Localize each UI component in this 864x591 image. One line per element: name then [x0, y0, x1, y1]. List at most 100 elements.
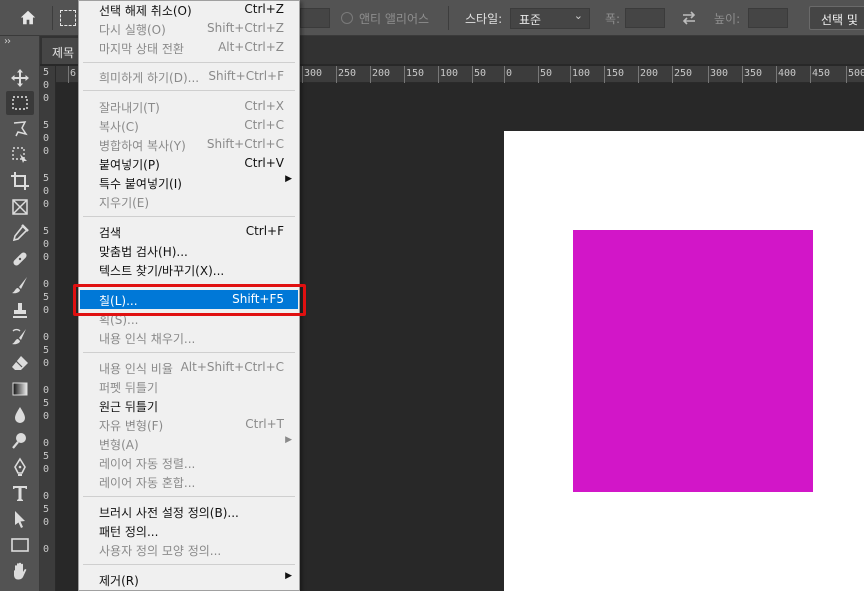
eraser-tool-icon[interactable] — [6, 351, 34, 375]
menu-item-label: 레이어 자동 정렬... — [99, 457, 196, 471]
dodge-tool-icon[interactable] — [6, 429, 34, 453]
menu-item-shortcut: Alt+Ctrl+Z — [218, 40, 284, 54]
edit-menu-item[interactable]: 브러시 사전 설정 정의(B)... — [80, 502, 298, 521]
height-input[interactable] — [748, 8, 788, 28]
ruler-label: 0 — [43, 358, 50, 369]
edit-menu-item[interactable]: 다시 실행(O) Shift+Ctrl+Z — [80, 19, 298, 38]
crop-tool-icon[interactable] — [6, 169, 34, 193]
edit-menu-item[interactable]: 원근 뒤틀기 — [80, 396, 298, 415]
ruler-label: 0 — [43, 305, 50, 316]
eyedropper-tool-icon[interactable] — [6, 221, 34, 245]
ruler-label: 300 — [710, 68, 729, 79]
edit-menu-item[interactable]: 패턴 정의... — [80, 521, 298, 540]
edit-menu-item[interactable]: 선택 해제 취소(O) Ctrl+Z — [80, 1, 298, 19]
menu-item-label: 퍼펫 뒤틀기 — [99, 381, 159, 395]
menu-item-label: 텍스트 찾기/바꾸기(X)... — [99, 264, 225, 278]
edit-menu-item[interactable]: 텍스트 찾기/바꾸기(X)... — [80, 260, 298, 279]
hand-tool-icon[interactable] — [6, 559, 34, 583]
path-selection-tool-icon[interactable] — [6, 507, 34, 531]
edit-menu-item[interactable]: 내용 인식 비율 Alt+Shift+Ctrl+C — [80, 358, 298, 377]
magenta-rectangle-shape[interactable] — [573, 230, 813, 492]
ruler-label: 0 — [43, 544, 50, 555]
ruler-tick — [504, 66, 505, 83]
edit-menu-item[interactable]: 마지막 상태 전환 Alt+Ctrl+Z — [80, 38, 298, 57]
rectangular-marquee-tool-icon[interactable] — [6, 91, 34, 115]
lasso-tool-icon[interactable] — [6, 117, 34, 141]
menu-item-label: 복사(C) — [99, 120, 139, 134]
menu-item-label: 맞춤법 검사(H)... — [99, 245, 188, 259]
healing-brush-tool-icon[interactable] — [6, 247, 34, 271]
ruler-label: 0 — [43, 438, 50, 449]
home-icon[interactable] — [8, 6, 48, 30]
swap-arrows-icon[interactable] — [680, 9, 698, 27]
edit-menu-item[interactable]: 제거(R) ▶ — [80, 570, 298, 589]
ruler-label: 0 — [43, 199, 50, 210]
menu-item-label: 변형(A) — [99, 438, 139, 452]
ruler-label: 0 — [43, 279, 50, 290]
menu-item-shortcut: Shift+Ctrl+C — [206, 137, 284, 151]
submenu-arrow-icon: ▶ — [285, 571, 292, 581]
select-and-mask-button[interactable]: 선택 및 — [809, 6, 864, 30]
frame-tool-icon[interactable] — [6, 195, 34, 219]
clone-stamp-tool-icon[interactable] — [6, 299, 34, 323]
menu-item-label: 다시 실행(O) — [99, 23, 166, 37]
ruler-label: 0 — [43, 517, 50, 528]
blur-tool-icon[interactable] — [6, 403, 34, 427]
width-input[interactable] — [625, 8, 665, 28]
ruler-tick — [370, 66, 371, 83]
edit-menu-item[interactable]: 지우기(E) — [80, 192, 298, 211]
rectangle-tool-icon[interactable] — [6, 533, 34, 557]
history-brush-tool-icon[interactable] — [6, 325, 34, 349]
menu-separator — [83, 496, 295, 497]
edit-menu-item[interactable]: 퍼펫 뒤틀기 — [80, 377, 298, 396]
marquee-preset-icon[interactable] — [60, 10, 76, 26]
ruler-label: 0 — [43, 332, 50, 343]
edit-menu-item[interactable]: 잘라내기(T) Ctrl+X — [80, 97, 298, 116]
menu-item-shortcut: Shift+Ctrl+F — [208, 69, 284, 83]
edit-menu-item[interactable]: 검색 Ctrl+F — [80, 222, 298, 241]
height-label: 높이: — [714, 12, 741, 26]
ruler-tick — [672, 66, 673, 83]
menu-item-shortcut: Ctrl+X — [244, 99, 284, 113]
ruler-tick — [742, 66, 743, 83]
edit-menu-item[interactable]: 희미하게 하기(D)... Shift+Ctrl+F — [80, 67, 298, 86]
ruler-tick — [538, 66, 539, 83]
pen-tool-icon[interactable] — [6, 455, 34, 479]
vertical-ruler: 5 0 0 5 0 0 5 0 0 5 0 0 0 5 0 0 5 0 0 5 0 0 5 0 0 5 0 0 — [40, 66, 56, 591]
type-tool-icon[interactable] — [6, 481, 34, 505]
edit-menu-item[interactable]: 자유 변형(F) Ctrl+T — [80, 415, 298, 434]
edit-menu-item[interactable]: 특수 붙여넣기(I) ▶ — [80, 173, 298, 192]
menu-item-label: 마지막 상태 전환 — [99, 42, 184, 56]
anti-alias-checkbox[interactable] — [341, 12, 353, 24]
brush-tool-icon[interactable] — [6, 273, 34, 297]
ruler-label: 0 — [43, 411, 50, 422]
edit-menu-item[interactable]: 병합하여 복사(Y) Shift+Ctrl+C — [80, 135, 298, 154]
edit-menu-item[interactable]: 변형(A) ▶ — [80, 434, 298, 453]
collapse-icon[interactable]: ›› — [4, 36, 11, 47]
ruler-label: 0 — [43, 491, 50, 502]
ruler-label: 200 — [372, 68, 391, 79]
style-select[interactable]: 표준 ⌄ — [510, 8, 590, 29]
object-selection-tool-icon[interactable] — [6, 143, 34, 167]
ruler-tick — [404, 66, 405, 83]
edit-menu-item[interactable]: 레이어 자동 정렬... — [80, 453, 298, 472]
edit-menu-item[interactable]: 내용 인식 채우기... — [80, 328, 298, 347]
style-label: 스타일: — [465, 12, 503, 26]
menu-separator — [83, 216, 295, 217]
edit-menu-item[interactable]: 붙여넣기(P) Ctrl+V — [80, 154, 298, 173]
move-tool-icon[interactable] — [6, 66, 34, 90]
menu-item-label: 브러시 사전 설정 정의(B)... — [99, 506, 239, 520]
menu-separator — [83, 564, 295, 565]
ruler-label: 5 — [43, 345, 50, 356]
ruler-label: 250 — [338, 68, 357, 79]
feather-input[interactable] — [300, 8, 330, 28]
ruler-tick — [708, 66, 709, 83]
edit-menu-item[interactable]: 복사(C) Ctrl+C — [80, 116, 298, 135]
edit-menu-item[interactable]: 레이어 자동 혼합... — [80, 472, 298, 491]
menu-separator — [83, 352, 295, 353]
menu-item-label: 내용 인식 비율 — [99, 362, 173, 376]
ruler-label: 5 — [43, 292, 50, 303]
edit-menu-item[interactable]: 사용자 정의 모양 정의... — [80, 540, 298, 559]
edit-menu-item[interactable]: 맞춤법 검사(H)... — [80, 241, 298, 260]
gradient-tool-icon[interactable] — [6, 377, 34, 401]
